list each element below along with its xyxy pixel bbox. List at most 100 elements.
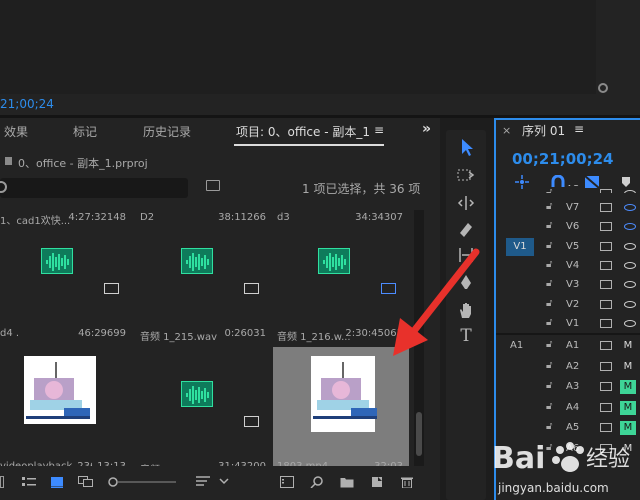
audio-track-row[interactable]: A1 🔓︎ A1 M xyxy=(496,337,640,356)
project-search-input[interactable] xyxy=(0,178,188,198)
lock-icon[interactable]: 🔓︎ xyxy=(546,278,552,289)
sync-lock-icon[interactable] xyxy=(600,203,612,212)
monitor-timecode[interactable]: 21;00;24 xyxy=(0,97,54,111)
clip-duration: 4:27:32148 xyxy=(68,212,126,223)
sync-lock-icon[interactable] xyxy=(600,189,612,193)
sync-lock-icon[interactable] xyxy=(600,241,612,251)
video-track-row[interactable]: V1 🔓︎ V5 xyxy=(496,237,640,257)
clip-tile[interactable] xyxy=(273,210,409,343)
lock-icon[interactable]: 🔓︎ xyxy=(546,298,552,309)
clip-tile[interactable] xyxy=(0,210,132,343)
audio-track-row[interactable]: 🔓︎ A2 M xyxy=(496,358,640,377)
eye-icon[interactable] xyxy=(624,281,636,289)
lock-icon[interactable]: 🔓︎ xyxy=(546,339,552,350)
eye-icon[interactable] xyxy=(624,319,636,327)
tabs-overflow-icon[interactable]: » xyxy=(422,121,431,137)
sync-lock-icon[interactable] xyxy=(600,222,612,232)
lock-icon[interactable]: 🔓︎ xyxy=(546,187,552,193)
eye-icon[interactable] xyxy=(624,242,636,250)
lock-icon[interactable]: 🔓︎ xyxy=(546,401,552,412)
eye-icon[interactable] xyxy=(624,190,636,193)
audio-waveform-icon xyxy=(181,248,213,274)
pen-tool-icon[interactable] xyxy=(454,272,478,292)
sync-lock-icon[interactable] xyxy=(600,260,612,270)
sync-lock-icon[interactable] xyxy=(600,299,612,309)
eye-icon[interactable] xyxy=(624,261,636,269)
video-track-row[interactable]: 🔓︎ V3 xyxy=(496,276,640,295)
automate-to-sequence-icon[interactable] xyxy=(280,476,294,488)
track-name: V7 xyxy=(566,202,580,213)
clip-footer: 音频 1_216.w... 2:30:45061 xyxy=(273,325,409,343)
video-track-row[interactable]: 🔓︎ V6 xyxy=(496,218,640,237)
video-thumbnail xyxy=(311,356,377,432)
sync-lock-icon[interactable] xyxy=(600,280,612,290)
sync-lock-icon[interactable] xyxy=(600,402,612,412)
video-track-row[interactable]: 🔓︎ V8 xyxy=(496,185,640,193)
source-patch[interactable]: V1 xyxy=(506,237,534,256)
sync-lock-icon[interactable] xyxy=(600,382,612,391)
lock-icon[interactable]: 🔓︎ xyxy=(546,240,552,251)
find-icon[interactable] xyxy=(310,476,324,489)
tab-markers[interactable]: 标记 xyxy=(73,123,97,140)
lock-icon[interactable] xyxy=(0,476,4,488)
mute-button[interactable]: M xyxy=(620,360,636,374)
clip-duration: 34:34307 xyxy=(355,212,403,223)
ripple-edit-tool-icon[interactable] xyxy=(454,193,478,213)
clip-tile[interactable] xyxy=(136,210,272,343)
trash-icon[interactable] xyxy=(400,476,414,489)
track-select-tool-icon[interactable] xyxy=(454,165,478,185)
hand-tool-icon[interactable] xyxy=(454,300,478,320)
slip-tool-icon[interactable] xyxy=(454,245,478,265)
sync-lock-icon[interactable] xyxy=(600,318,612,328)
playhead-knob[interactable] xyxy=(598,83,608,93)
clip-name: d4 . xyxy=(0,328,20,339)
tab-menu-icon[interactable]: ≡ xyxy=(374,123,384,137)
lock-icon[interactable]: 🔓︎ xyxy=(546,220,552,231)
lock-icon[interactable]: 🔓︎ xyxy=(546,259,552,270)
new-item-icon[interactable] xyxy=(370,476,384,488)
list-view-icon[interactable] xyxy=(22,476,36,488)
track-name: A4 xyxy=(566,401,580,413)
track-name: A1 xyxy=(566,340,580,351)
razor-tool-icon[interactable] xyxy=(454,219,478,239)
sequence-tab[interactable]: 序列 01 xyxy=(522,122,565,139)
tab-history[interactable]: 历史记录 xyxy=(143,123,191,140)
video-track-row[interactable]: 🔓︎ V7 xyxy=(496,199,640,218)
lock-icon[interactable]: 🔓︎ xyxy=(546,317,552,328)
source-patch[interactable]: A1 xyxy=(510,340,523,351)
zoom-slider[interactable] xyxy=(108,476,178,488)
sync-lock-icon[interactable] xyxy=(600,341,612,350)
video-track-row[interactable]: 🔓︎ V4 xyxy=(496,257,640,276)
video-audio-divider xyxy=(496,333,640,335)
close-sequence-icon[interactable]: × xyxy=(502,124,511,137)
eye-icon[interactable] xyxy=(624,204,636,211)
mute-button[interactable]: M xyxy=(620,339,636,353)
new-bin-icon[interactable] xyxy=(340,476,354,488)
audio-track-row[interactable]: 🔓︎ A4 M xyxy=(496,399,640,418)
icon-view-icon[interactable] xyxy=(50,476,64,488)
selection-tool-icon[interactable] xyxy=(454,137,478,157)
freeform-view-icon[interactable] xyxy=(78,476,93,488)
sort-icons-icon[interactable] xyxy=(196,476,232,488)
tab-project[interactable]: 项目: 0、office - 副本_1 xyxy=(236,123,370,140)
lock-icon[interactable]: 🔓︎ xyxy=(546,360,552,371)
video-track-row[interactable]: 🔓︎ V2 xyxy=(496,296,640,315)
clip-name: d3 xyxy=(277,212,290,223)
lock-icon[interactable]: 🔓︎ xyxy=(546,201,552,212)
mute-button[interactable]: M xyxy=(620,400,636,415)
tab-effects[interactable]: 效果 xyxy=(4,123,28,140)
type-tool-icon[interactable]: T xyxy=(454,326,478,346)
eye-icon[interactable] xyxy=(624,300,636,308)
audio-track-row[interactable]: 🔓︎ A3 M xyxy=(496,378,640,397)
sequence-menu-icon[interactable]: ≡ xyxy=(574,122,584,136)
eye-icon[interactable] xyxy=(624,223,636,231)
sequence-timecode[interactable]: 00;21;00;24 xyxy=(512,150,614,168)
project-scroll-thumb[interactable] xyxy=(416,412,422,456)
lock-icon[interactable]: 🔓︎ xyxy=(546,380,552,391)
sync-lock-icon[interactable] xyxy=(600,361,612,371)
clip-footer: 音频 1_215.wav 0:26031 xyxy=(136,325,272,343)
mute-button[interactable]: M xyxy=(620,380,636,394)
video-track-row[interactable]: 🔓︎ V1 xyxy=(496,315,640,334)
watermark-logo: Bai 经验 jingyan.baidu.com xyxy=(492,441,630,495)
search-bin-icon[interactable] xyxy=(206,180,220,191)
